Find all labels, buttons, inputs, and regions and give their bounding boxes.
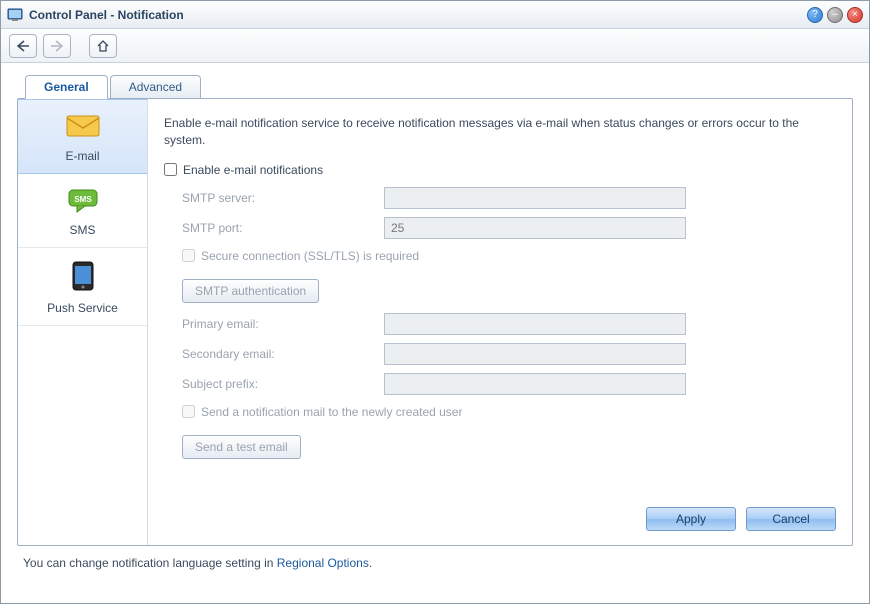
- primary-email-label: Primary email:: [164, 317, 384, 331]
- secondary-email-input[interactable]: [384, 343, 686, 365]
- smtp-port-label: SMTP port:: [164, 221, 384, 235]
- smtp-server-label: SMTP server:: [164, 191, 384, 205]
- sms-icon: SMS: [22, 186, 143, 217]
- ssl-label: Secure connection (SSL/TLS) is required: [201, 249, 419, 263]
- push-icon: [22, 260, 143, 295]
- main-pane: Enable e-mail notification service to re…: [148, 99, 852, 545]
- apply-button[interactable]: Apply: [646, 507, 736, 531]
- enable-label: Enable e-mail notifications: [183, 163, 323, 177]
- minimize-button[interactable]: –: [827, 7, 843, 23]
- enable-row: Enable e-mail notifications: [164, 159, 836, 181]
- footnote-prefix: You can change notification language set…: [23, 556, 277, 570]
- sidebar-item-sms[interactable]: SMS SMS: [18, 174, 147, 248]
- primary-email-input[interactable]: [384, 313, 686, 335]
- titlebar: Control Panel - Notification ? – ×: [1, 1, 869, 29]
- sidebar-item-label: E-mail: [65, 149, 99, 163]
- enable-checkbox[interactable]: [164, 163, 177, 176]
- svg-text:SMS: SMS: [74, 195, 92, 204]
- description: Enable e-mail notification service to re…: [164, 115, 836, 149]
- sidebar-item-label: SMS: [69, 223, 95, 237]
- email-icon: [22, 112, 143, 143]
- secondary-email-label: Secondary email:: [164, 347, 384, 361]
- cancel-button[interactable]: Cancel: [746, 507, 836, 531]
- close-button[interactable]: ×: [847, 7, 863, 23]
- forward-button[interactable]: [43, 34, 71, 58]
- back-button[interactable]: [9, 34, 37, 58]
- ssl-checkbox[interactable]: [182, 249, 195, 262]
- footer-buttons: Apply Cancel: [646, 507, 836, 531]
- subject-prefix-label: Subject prefix:: [164, 377, 384, 391]
- tabs-panel: E-mail SMS SMS: [17, 98, 853, 546]
- smtp-auth-button[interactable]: SMTP authentication: [182, 279, 319, 303]
- app-icon: [7, 7, 23, 23]
- footnote: You can change notification language set…: [17, 546, 853, 570]
- sidebar-item-email[interactable]: E-mail: [18, 99, 147, 174]
- sidebar-item-push[interactable]: Push Service: [18, 248, 147, 326]
- send-test-button[interactable]: Send a test email: [182, 435, 301, 459]
- home-button[interactable]: [89, 34, 117, 58]
- notify-new-user-label: Send a notification mail to the newly cr…: [201, 405, 462, 419]
- tab-general[interactable]: General: [25, 75, 108, 99]
- sidebar: E-mail SMS SMS: [18, 99, 148, 545]
- regional-options-link[interactable]: Regional Options: [277, 556, 369, 570]
- tab-advanced[interactable]: Advanced: [110, 75, 201, 98]
- subject-prefix-input[interactable]: [384, 373, 686, 395]
- tabs-header: General Advanced: [25, 75, 853, 98]
- sidebar-item-label: Push Service: [47, 301, 118, 315]
- smtp-server-input[interactable]: [384, 187, 686, 209]
- notify-new-user-checkbox[interactable]: [182, 405, 195, 418]
- smtp-port-input[interactable]: [384, 217, 686, 239]
- toolbar: [1, 29, 869, 63]
- footnote-suffix: .: [369, 556, 372, 570]
- help-button[interactable]: ?: [807, 7, 823, 23]
- window-title: Control Panel - Notification: [29, 8, 803, 22]
